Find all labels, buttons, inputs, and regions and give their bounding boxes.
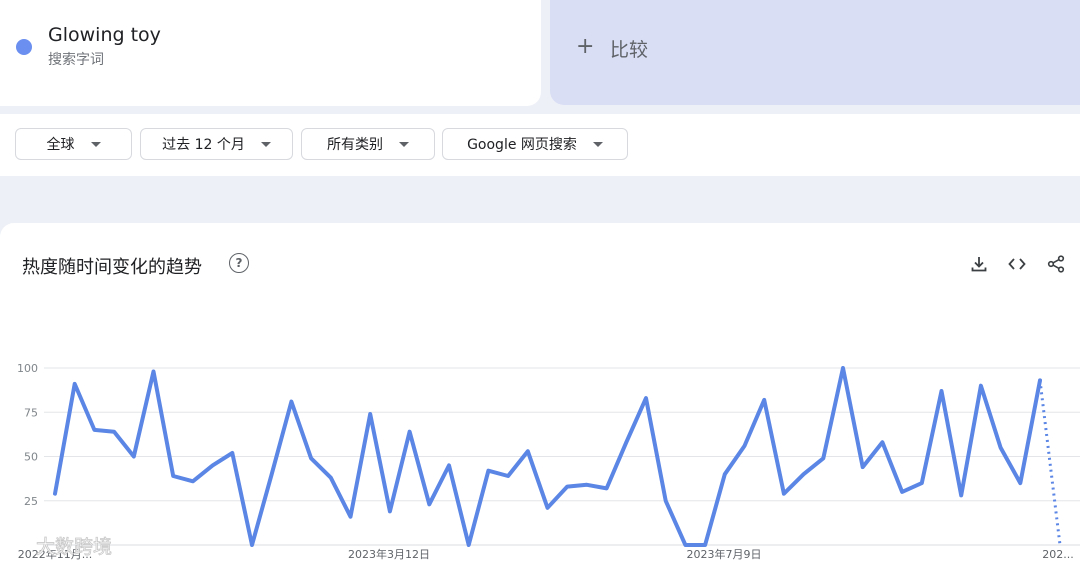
x-tick-label: 2023年7月9日 — [687, 547, 762, 561]
y-tick-label: 75 — [24, 406, 38, 419]
series-line-partial-period — [1038, 380, 1062, 546]
chart-gridlines — [44, 367, 1080, 546]
watermark-text: 大数跨境 — [36, 536, 112, 558]
trend-line-chart: 255075100 2022年11月... 2023年3月12日 2023年7月9日… — [17, 362, 1080, 561]
x-tick-label: 202... — [1042, 548, 1074, 561]
x-axis-ticks: 2022年11月... 2023年3月12日 2023年7月9日 202... — [18, 547, 1074, 561]
y-tick-label: 50 — [24, 451, 38, 464]
y-axis-ticks: 25 50 75 100 — [17, 362, 38, 508]
y-tick-label: 25 — [24, 495, 38, 508]
y-tick-label: 100 — [17, 362, 38, 375]
x-tick-label: 2023年3月12日 — [348, 547, 430, 561]
